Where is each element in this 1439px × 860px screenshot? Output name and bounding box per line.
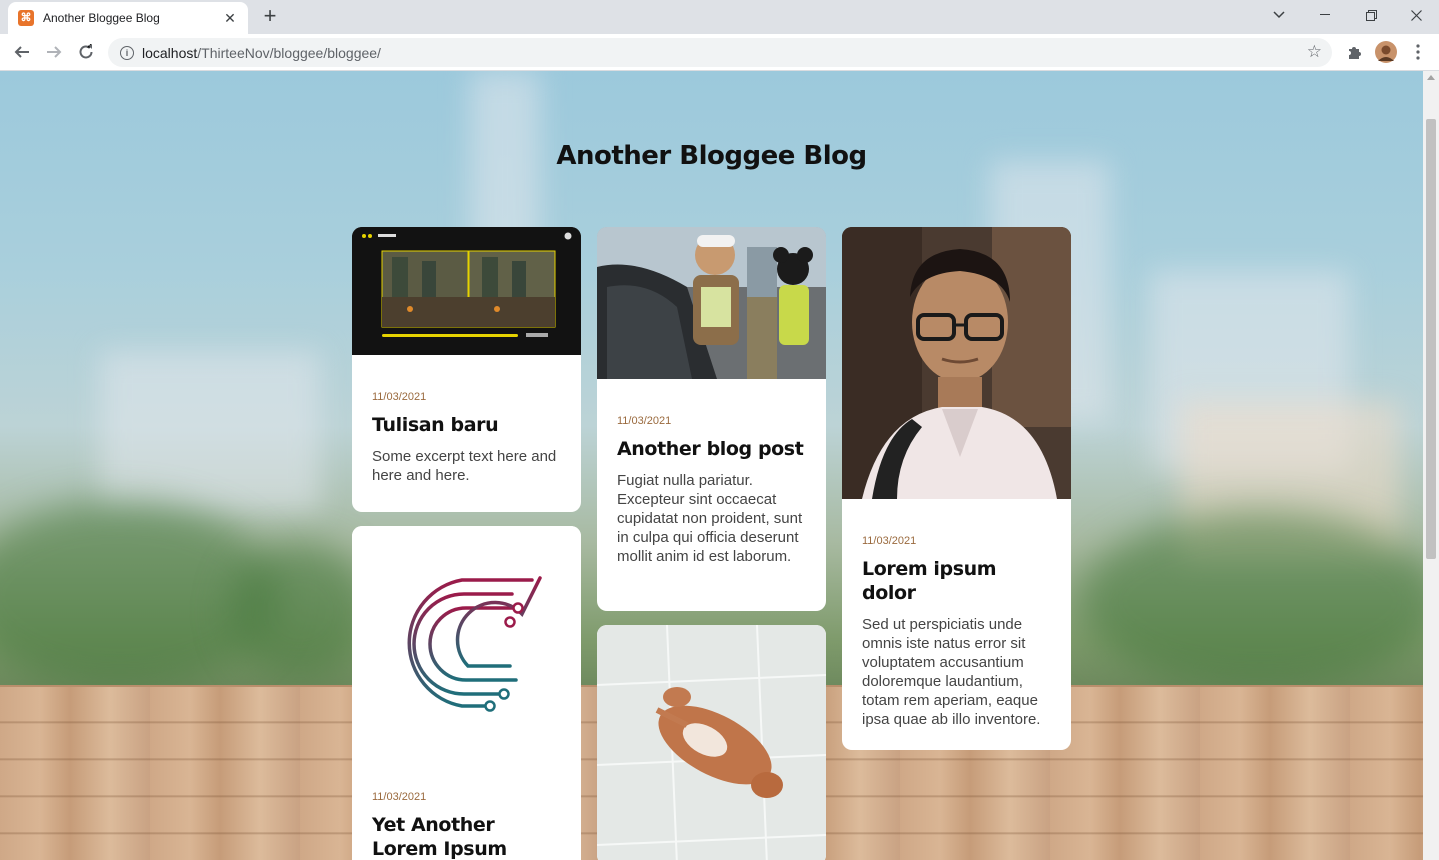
page-viewport: Another Bloggee Blog 11/03/2021 Tulisan … — [0, 71, 1423, 860]
scrollbar-thumb[interactable] — [1426, 119, 1436, 559]
forward-button[interactable] — [40, 38, 68, 66]
scroll-up-arrow-icon[interactable] — [1427, 75, 1435, 80]
site-info-icon[interactable]: i — [120, 45, 134, 60]
post-card[interactable]: 11/03/2021 Tulisan baru Some excerpt tex… — [352, 227, 581, 512]
post-image — [352, 227, 581, 355]
post-date: 11/03/2021 — [862, 535, 917, 547]
page-title: Another Bloggee Blog — [556, 141, 867, 171]
post-excerpt: Fugiat nulla pariatur. Excepteur sint oc… — [617, 472, 803, 565]
url-text: localhost/ThirteeNov/bloggee/bloggee/ — [142, 44, 381, 61]
post-image — [597, 625, 826, 860]
address-bar[interactable]: i localhost/ThirteeNov/bloggee/bloggee/ … — [108, 38, 1332, 67]
profile-avatar[interactable] — [1372, 38, 1400, 66]
reload-button[interactable] — [72, 38, 100, 66]
post-title[interactable]: Yet Another Lorem Ipsum Dolor — [372, 813, 561, 860]
new-tab-button[interactable]: + — [258, 5, 282, 29]
vertical-scrollbar[interactable] — [1423, 71, 1439, 860]
post-date: 11/03/2021 — [372, 391, 427, 403]
browser-tab[interactable]: ⌘ Another Bloggee Blog ✕ — [8, 2, 248, 34]
post-title[interactable]: Another blog post — [617, 437, 806, 461]
sleeping-dog-image — [597, 625, 826, 860]
xampp-favicon-icon: ⌘ — [18, 10, 34, 26]
browser-menu-icon[interactable] — [1404, 38, 1432, 66]
post-card[interactable]: 11/03/2021 Another blog post Fugiat null… — [597, 227, 826, 611]
post-excerpt: Some excerpt text here and here and here… — [372, 448, 557, 484]
portrait-image — [842, 227, 1071, 499]
post-title[interactable]: Lorem ipsum dolor — [862, 557, 1051, 605]
circuit-c-logo-icon — [407, 576, 542, 712]
close-tab-icon[interactable]: ✕ — [222, 10, 238, 27]
post-image — [597, 227, 826, 379]
bookmark-star-icon[interactable]: ☆ — [1307, 42, 1322, 62]
post-card[interactable]: 11/03/2021 Yet Another Lorem Ipsum Dolor — [352, 526, 581, 860]
post-card[interactable]: 11/03/2021 Lorem ipsum dolor Sed ut pers… — [842, 227, 1071, 750]
post-date: 11/03/2021 — [617, 415, 672, 427]
restore-button[interactable] — [1348, 0, 1394, 30]
browser-toolbar: i localhost/ThirteeNov/bloggee/bloggee/ … — [0, 34, 1439, 71]
extensions-puzzle-icon[interactable] — [1340, 38, 1368, 66]
post-excerpt: Sed ut perspiciatis unde omnis iste natu… — [862, 616, 1041, 728]
post-card[interactable] — [597, 625, 826, 860]
post-date: 11/03/2021 — [372, 791, 427, 803]
post-image — [842, 227, 1071, 499]
tab-strip: ⌘ Another Bloggee Blog ✕ + — [0, 0, 1439, 34]
tab-search-icon[interactable] — [1256, 0, 1302, 30]
post-image — [352, 526, 581, 766]
post-title[interactable]: Tulisan baru — [372, 413, 561, 437]
tab-title: Another Bloggee Blog — [43, 11, 160, 25]
back-button[interactable] — [8, 38, 36, 66]
close-window-button[interactable] — [1393, 0, 1439, 30]
minimize-button[interactable] — [1302, 0, 1348, 30]
